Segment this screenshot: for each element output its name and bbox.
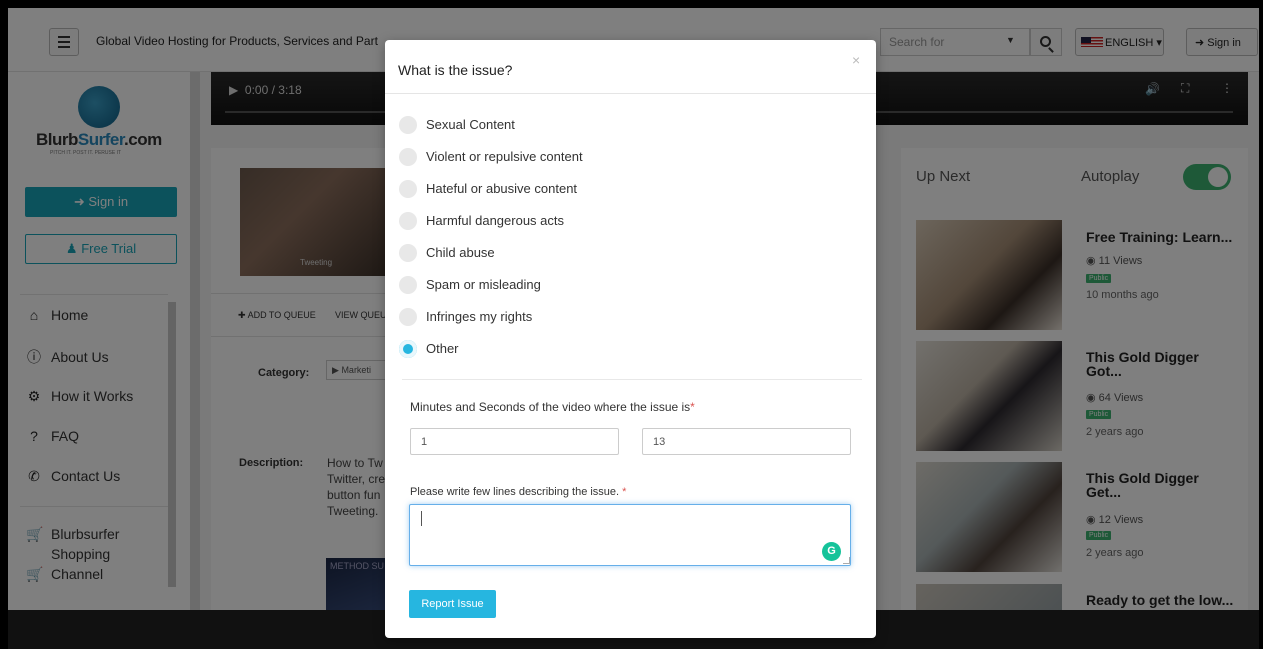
- seconds-input[interactable]: 13: [642, 428, 851, 455]
- radio-button[interactable]: [399, 180, 417, 198]
- time-question-label: Minutes and Seconds of the video where t…: [410, 400, 695, 414]
- modal-title: What is the issue?: [398, 62, 513, 78]
- issue-description-textarea[interactable]: G: [409, 504, 851, 566]
- radio-button[interactable]: [399, 276, 417, 294]
- option-label: Hateful or abusive content: [426, 181, 578, 196]
- option-label: Other: [426, 341, 459, 356]
- grammarly-icon[interactable]: G: [822, 542, 841, 561]
- option-label: Harmful dangerous acts: [426, 213, 565, 228]
- option-label: Sexual Content: [426, 117, 515, 132]
- option-label: Violent or repulsive content: [426, 149, 583, 164]
- modal-header-divider: [385, 93, 876, 94]
- radio-button[interactable]: [399, 244, 417, 262]
- radio-button[interactable]: [399, 116, 417, 134]
- radio-button[interactable]: [399, 148, 417, 166]
- radio-button[interactable]: [399, 212, 417, 230]
- required-mark: *: [622, 486, 627, 498]
- minutes-input[interactable]: 1: [410, 428, 619, 455]
- option-label: Infringes my rights: [426, 309, 533, 324]
- description-question-label: Please write few lines describing the is…: [410, 486, 626, 498]
- modal-divider: [402, 379, 862, 380]
- description-question-text: Please write few lines describing the is…: [410, 486, 620, 498]
- required-mark: *: [690, 400, 695, 414]
- option-label: Child abuse: [426, 245, 495, 260]
- report-issue-button[interactable]: Report Issue: [409, 590, 496, 618]
- radio-button-selected[interactable]: [399, 340, 417, 358]
- radio-button[interactable]: [399, 308, 417, 326]
- report-issue-modal: What is the issue? × Sexual Content Viol…: [385, 40, 876, 638]
- option-label: Spam or misleading: [426, 277, 541, 292]
- close-icon[interactable]: ×: [852, 52, 860, 68]
- text-caret: [421, 511, 422, 526]
- resize-grip-icon[interactable]: [843, 557, 850, 564]
- time-question-text: Minutes and Seconds of the video where t…: [410, 400, 691, 414]
- screen: Global Video Hosting for Products, Servi…: [8, 8, 1259, 649]
